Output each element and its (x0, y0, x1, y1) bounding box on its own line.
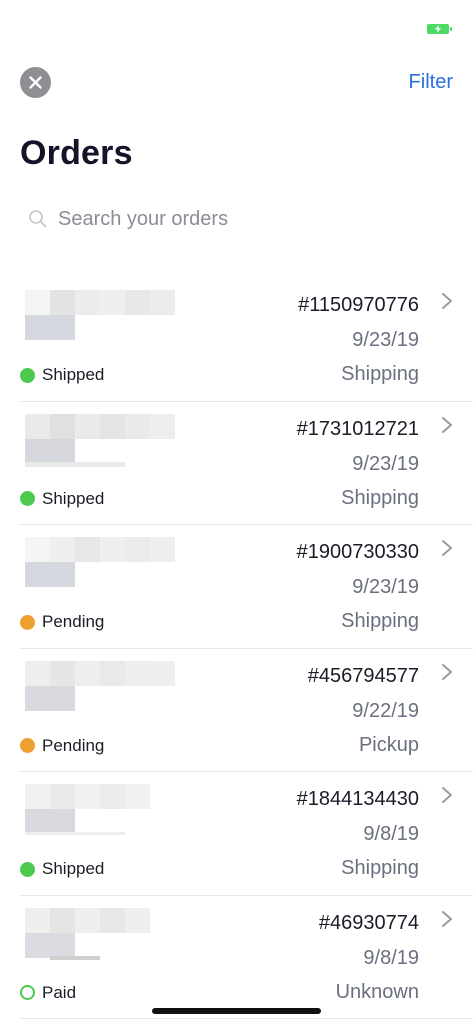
order-number: #456794577 (307, 664, 419, 687)
search-input[interactable] (58, 207, 438, 231)
status-badge: Shipped (20, 489, 104, 509)
order-number: #46930774 (318, 911, 419, 934)
status-badge: Shipped (20, 859, 104, 879)
order-row[interactable]: Shipped #1731012721 9/23/19 Shipping (20, 402, 473, 525)
order-thumbnail (25, 537, 175, 597)
order-date: 9/22/19 (352, 699, 419, 722)
order-number: #1150970776 (298, 294, 419, 316)
chevron-right-icon (442, 910, 452, 927)
order-method: Shipping (341, 363, 419, 385)
status-dot-icon (20, 367, 35, 383)
battery-charging-icon (427, 24, 452, 34)
search-bar[interactable] (20, 200, 453, 238)
order-method: Shipping (341, 610, 419, 632)
chevron-right-icon (442, 293, 452, 309)
order-thumbnail (25, 784, 175, 844)
order-row[interactable]: Pending #456794577 9/22/19 Pickup (20, 649, 473, 772)
home-indicator[interactable] (152, 1008, 321, 1014)
close-icon (29, 76, 42, 89)
order-date: 9/23/19 (352, 329, 419, 351)
order-number: #1900730330 (296, 541, 419, 563)
chevron-right-icon (442, 663, 452, 680)
status-badge: Shipped (20, 365, 104, 385)
filter-button[interactable]: Filter (409, 71, 453, 94)
status-badge: Paid (20, 983, 76, 1003)
status-label: Pending (42, 735, 105, 755)
orders-list: Shipped #1150970776 9/23/19 Shipping Shipped… (0, 278, 473, 1019)
order-thumbnail (25, 413, 175, 474)
status-label: Paid (42, 982, 77, 1002)
order-row[interactable]: Pending #1900730330 9/23/19 Shipping (20, 525, 473, 649)
status-dot-icon (20, 861, 35, 877)
status-label: Shipped (42, 488, 105, 508)
status-bar (0, 0, 473, 50)
order-method: Shipping (341, 857, 419, 879)
page-title: Orders (20, 134, 133, 172)
order-method: Shipping (341, 486, 419, 509)
order-row[interactable]: Paid #46930774 9/8/19 Unknown (20, 896, 473, 1019)
order-method: Unknown (335, 980, 419, 1003)
order-thumbnail (25, 907, 175, 968)
chevron-right-icon (442, 787, 452, 803)
close-button[interactable] (20, 67, 51, 98)
order-thumbnail (25, 660, 175, 721)
order-method: Pickup (358, 733, 419, 756)
order-row[interactable]: Shipped #1150970776 9/23/19 Shipping (20, 278, 473, 402)
status-dot-icon (20, 738, 35, 753)
status-dot-icon (20, 614, 35, 630)
chevron-right-icon (442, 540, 452, 556)
order-number: #1731012721 (296, 417, 419, 440)
status-label: Shipped (42, 859, 105, 878)
chevron-right-icon (442, 416, 452, 433)
status-dot-icon (20, 985, 35, 1000)
status-label: Shipped (42, 365, 105, 384)
order-thumbnail (25, 290, 175, 350)
order-date: 9/8/19 (363, 823, 419, 845)
status-label: Pending (42, 612, 105, 631)
order-date: 9/8/19 (363, 946, 419, 969)
status-badge: Pending (20, 612, 104, 632)
status-badge: Pending (20, 736, 104, 756)
order-date: 9/23/19 (352, 452, 419, 475)
status-dot-icon (20, 491, 35, 506)
order-date: 9/23/19 (352, 576, 419, 598)
search-icon (29, 210, 47, 228)
order-number: #1844134430 (296, 788, 419, 810)
order-row[interactable]: Shipped #1844134430 9/8/19 Shipping (20, 772, 473, 896)
